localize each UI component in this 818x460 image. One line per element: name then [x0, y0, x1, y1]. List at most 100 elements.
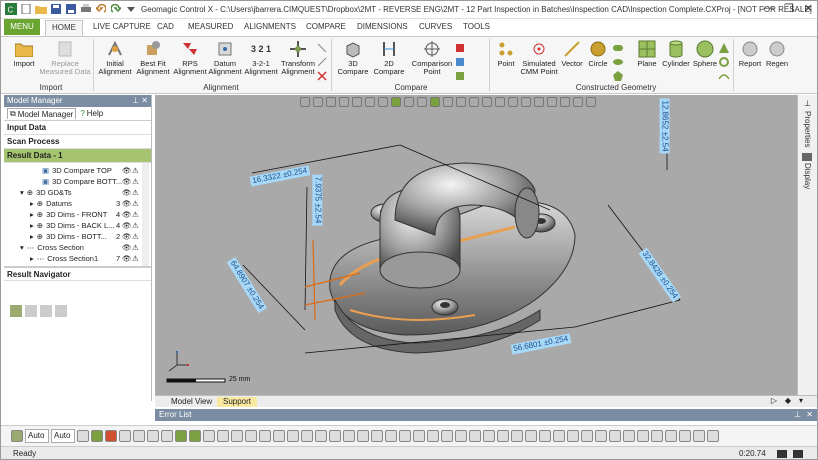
- toolbar-tool-icon[interactable]: [679, 430, 691, 442]
- plane-button[interactable]: Plane: [633, 39, 661, 68]
- collapse-icon[interactable]: ▸: [30, 199, 34, 208]
- toolbar-tool-icon[interactable]: [511, 430, 523, 442]
- toolbar-tool-icon[interactable]: [525, 430, 537, 442]
- circle-button[interactable]: Circle: [585, 39, 611, 68]
- alignment-tool-icon[interactable]: [317, 57, 327, 67]
- pin-icon[interactable]: ⊥: [132, 96, 139, 105]
- tab-curves[interactable]: CURVES: [419, 22, 452, 31]
- toolbar-tool-icon[interactable]: [567, 430, 579, 442]
- scroll-right-icon[interactable]: ◆: [785, 396, 791, 405]
- toolbar-tool-icon[interactable]: [665, 430, 677, 442]
- tab-alignments[interactable]: ALIGNMENTS: [244, 22, 296, 31]
- collapse-icon[interactable]: ▸: [30, 232, 34, 241]
- toolbar-tool-icon[interactable]: [581, 430, 593, 442]
- tab-home[interactable]: HOME: [45, 20, 83, 36]
- toolbar-tool-icon[interactable]: [287, 430, 299, 442]
- toolbar-tool-icon[interactable]: [189, 430, 201, 442]
- delete-alignment-icon[interactable]: [317, 71, 327, 81]
- navigator-tool-icon[interactable]: [25, 305, 37, 317]
- point-button[interactable]: Point: [493, 39, 519, 68]
- close-panel-icon[interactable]: ✕: [141, 96, 148, 105]
- best-fit-alignment-button[interactable]: Best Fit Alignment: [135, 39, 171, 76]
- tab-help[interactable]: ? Help: [80, 109, 103, 118]
- undo-icon[interactable]: [95, 3, 107, 15]
- transform-alignment-button[interactable]: Transform Alignment: [279, 39, 317, 76]
- toolbar-tool-icon[interactable]: [539, 430, 551, 442]
- toolbar-tool-icon[interactable]: [217, 430, 229, 442]
- regen-button[interactable]: Regen: [763, 39, 791, 68]
- tree-item[interactable]: ▸ ⊕ 3D Dims - FRONT 4 👁 ⚠: [30, 209, 145, 220]
- tree-item[interactable]: ▾ ⊕ 3D GD&Ts 👁 ⚠: [20, 187, 139, 198]
- polygon-icon[interactable]: [613, 71, 623, 81]
- toolbar-tool-icon[interactable]: [651, 430, 663, 442]
- rps-alignment-button[interactable]: RPS Alignment: [173, 39, 207, 76]
- minimize-icon[interactable]: —: [763, 2, 774, 15]
- toolbar-tool-icon[interactable]: [497, 430, 509, 442]
- collapse-icon[interactable]: ▸: [30, 254, 34, 263]
- initial-alignment-button[interactable]: Initial Alignment: [97, 39, 133, 76]
- toolbar-tool-icon[interactable]: [343, 430, 355, 442]
- datum-alignment-button[interactable]: Datum Alignment: [207, 39, 243, 76]
- toolbar-tool-icon[interactable]: [119, 430, 131, 442]
- tab-measured[interactable]: MEASURED: [188, 22, 233, 31]
- toolbar-tool-icon[interactable]: [175, 430, 187, 442]
- section-result-data[interactable]: Result Data - 1: [4, 149, 151, 163]
- expand-icon[interactable]: ▾: [20, 188, 24, 197]
- tab-support[interactable]: Support: [217, 397, 258, 407]
- toolbar-tool-icon[interactable]: [483, 430, 495, 442]
- filter-dropdown[interactable]: Auto: [51, 429, 75, 443]
- vector-button[interactable]: Vector: [559, 39, 585, 68]
- ellipse-icon[interactable]: [613, 57, 623, 67]
- toolbar-tool-icon[interactable]: [455, 430, 467, 442]
- toolbar-tool-icon[interactable]: [203, 430, 215, 442]
- slot-icon[interactable]: [613, 43, 623, 53]
- eye-icon[interactable]: 👁: [122, 243, 132, 252]
- section-result-navigator[interactable]: Result Navigator: [4, 267, 151, 281]
- toolbar-tool-icon[interactable]: [357, 430, 369, 442]
- three-two-one-alignment-button[interactable]: 3 2 1 3-2-1 Alignment: [243, 39, 279, 76]
- tree-item[interactable]: ▸ ⊕ Datums 3 👁 ⚠: [30, 198, 145, 209]
- toolbar-tool-icon[interactable]: [441, 430, 453, 442]
- tree-item[interactable]: ▸ ⊕ 3D Dims - BACK L... 4 👁 ⚠: [30, 220, 145, 231]
- toolbar-tool-icon[interactable]: [553, 430, 565, 442]
- toolbar-tool-icon[interactable]: [427, 430, 439, 442]
- cylinder-button[interactable]: Cylinder: [661, 39, 691, 68]
- selection-mode-icon[interactable]: [11, 430, 23, 442]
- toolbar-tool-icon[interactable]: [609, 430, 621, 442]
- navigator-tool-icon[interactable]: [55, 305, 67, 317]
- restore-icon[interactable]: ❐: [784, 2, 794, 15]
- cone-icon[interactable]: [719, 43, 729, 53]
- tree-item[interactable]: ▾ ⋯ Cross Section 👁 ⚠: [20, 242, 139, 253]
- tab-model-view[interactable]: Model View: [165, 397, 218, 407]
- toolbar-tool-icon[interactable]: [315, 430, 327, 442]
- section-input-data[interactable]: Input Data: [4, 121, 151, 135]
- simulated-cmm-point-button[interactable]: Simulated CMM Point: [519, 39, 559, 76]
- dock-pin-icon[interactable]: ⊥: [804, 99, 811, 108]
- properties-tab[interactable]: Properties: [803, 111, 812, 147]
- sphere-button[interactable]: Sphere: [691, 39, 719, 68]
- compare-tool-icon[interactable]: [455, 43, 465, 53]
- selection-dropdown[interactable]: Auto: [25, 429, 49, 443]
- toolbar-tool-icon[interactable]: [259, 430, 271, 442]
- tab-menu[interactable]: MENU: [4, 19, 40, 35]
- print-icon[interactable]: [80, 3, 92, 15]
- tree-item[interactable]: ▣ 3D Compare BOTT... 👁 ⚠: [42, 176, 139, 187]
- replace-measured-data-button[interactable]: Replace Measured Data: [39, 39, 91, 76]
- toolbar-tool-icon[interactable]: [399, 430, 411, 442]
- tree-item[interactable]: ▣ 3D Compare TOP 👁 ⚠: [42, 165, 139, 176]
- save-icon[interactable]: [50, 3, 62, 15]
- part-model[interactable]: [155, 95, 797, 395]
- toolbar-tool-icon[interactable]: [301, 430, 313, 442]
- toolbar-tool-icon[interactable]: [105, 430, 117, 442]
- tab-cad[interactable]: CAD: [157, 22, 174, 31]
- save-as-icon[interactable]: [65, 3, 77, 15]
- eye-icon[interactable]: 👁: [122, 221, 132, 230]
- compare-tool-icon[interactable]: [455, 57, 465, 67]
- dimension-label[interactable]: 7.9375 ±2.54: [312, 174, 323, 226]
- toolbar-tool-icon[interactable]: [329, 430, 341, 442]
- tab-tools[interactable]: TOOLS: [463, 22, 490, 31]
- open-folder-icon[interactable]: [35, 3, 47, 15]
- report-button[interactable]: Report: [737, 39, 763, 68]
- eye-icon[interactable]: 👁: [122, 188, 132, 197]
- eye-icon[interactable]: 👁: [122, 177, 132, 186]
